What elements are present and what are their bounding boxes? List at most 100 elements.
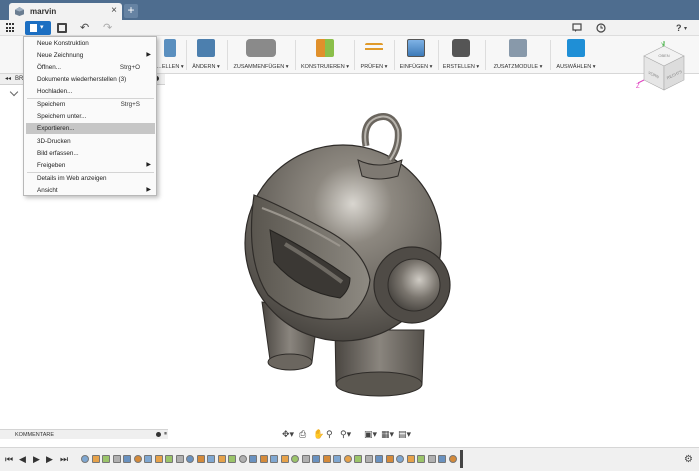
file-icon — [30, 24, 37, 32]
undo-icon[interactable]: ↶ — [80, 21, 89, 34]
select-cursor-icon — [567, 39, 585, 57]
zoom-icon[interactable]: ⚲ — [326, 429, 333, 440]
submenu-arrow-icon: ▶ — [146, 52, 151, 58]
timeline-feature[interactable] — [354, 455, 362, 463]
document-tab[interactable]: marvin × — [9, 3, 122, 20]
play-icon[interactable]: ▶ — [33, 454, 40, 465]
timeline-feature[interactable] — [291, 455, 299, 463]
timeline-feature[interactable] — [312, 455, 320, 463]
menu-item-3d-drucken[interactable]: 3D-Drucken — [26, 136, 155, 147]
ribbon-group-einfuegen[interactable]: EINFÜGEN ▾ — [397, 38, 435, 72]
comment-icon[interactable] — [572, 23, 582, 33]
timeline-marker[interactable] — [460, 450, 463, 468]
ribbon-group-erstellen-output[interactable]: ERSTELLEN ▾ — [441, 38, 481, 72]
timeline-feature[interactable] — [427, 455, 436, 463]
panel-toggle-icon[interactable]: ⏸ — [164, 431, 167, 438]
timeline-feature[interactable] — [270, 455, 278, 463]
menu-item-speichern-unter[interactable]: Speichern unter... — [26, 111, 155, 122]
data-panel-grid-icon[interactable] — [6, 23, 16, 33]
ribbon-group-konstruieren[interactable]: KONSTRUIEREN ▾ — [299, 38, 351, 72]
timeline-feature[interactable] — [91, 455, 100, 463]
ribbon-group-pruefen[interactable]: PRÜFEN ▾ — [357, 38, 391, 72]
ribbon-group-label: AUSWÄHLEN ▾ — [556, 64, 596, 70]
document-icon — [15, 7, 24, 16]
gear-icon[interactable]: ⚙ — [684, 454, 693, 465]
display-settings-icon[interactable]: ▣▾ — [364, 429, 377, 440]
ribbon-group-zusatzmodule[interactable]: ZUSATZMODULE ▾ — [488, 38, 548, 72]
timeline-feature[interactable] — [165, 455, 173, 463]
menu-item-hochladen[interactable]: Hochladen... — [26, 86, 155, 97]
submenu-arrow-icon: ▶ — [146, 187, 151, 193]
timeline-feature[interactable] — [375, 455, 383, 463]
menu-item-speichern[interactable]: Speichern Strg+S — [26, 99, 155, 110]
timeline-feature[interactable] — [385, 455, 394, 463]
extrude-icon — [164, 39, 176, 57]
pan-hand-icon[interactable]: ✋ — [313, 429, 324, 440]
timeline-feature[interactable] — [406, 455, 415, 463]
timeline-feature[interactable] — [217, 455, 226, 463]
timeline-feature[interactable] — [448, 455, 457, 463]
timeline-feature[interactable] — [112, 455, 121, 463]
look-at-icon[interactable]: ⎙ — [299, 429, 306, 440]
ribbon-group-erstellen[interactable]: …ELLEN ▾ — [155, 38, 185, 72]
timeline-feature[interactable] — [396, 455, 404, 463]
timeline-feature[interactable] — [207, 455, 215, 463]
redo-icon[interactable]: ↷ — [103, 21, 112, 34]
orbit-icon[interactable]: ✥▾ — [282, 429, 294, 440]
menu-item-ansicht[interactable]: Ansicht ▶ — [26, 185, 155, 196]
file-menu-button[interactable]: ▾ — [25, 21, 51, 35]
grid-settings-icon[interactable]: ▦▾ — [381, 429, 394, 440]
ribbon-group-label: ZUSATZMODULE ▾ — [493, 64, 543, 70]
timeline-feature[interactable] — [154, 455, 163, 463]
timeline-feature[interactable] — [102, 455, 110, 463]
menu-item-freigeben[interactable]: Freigeben ▶ — [26, 160, 155, 171]
go-to-start-icon[interactable]: ⏮ — [5, 454, 13, 465]
menu-item-bild-erfassen[interactable]: Bild erfassen... — [26, 148, 155, 159]
menu-item-details-im-web[interactable]: Details im Web anzeigen — [26, 173, 155, 184]
step-forward-icon[interactable]: ▶ — [46, 454, 53, 465]
menu-item-neue-konstruktion[interactable]: Neue Konstruktion — [26, 38, 155, 49]
timeline-feature[interactable] — [133, 455, 142, 463]
timeline-feature[interactable] — [123, 455, 131, 463]
go-to-end-icon[interactable]: ⏭ — [60, 454, 68, 465]
clock-icon[interactable] — [596, 23, 606, 33]
timeline-feature[interactable] — [196, 455, 205, 463]
timeline-feature[interactable] — [144, 455, 152, 463]
timeline-feature[interactable] — [228, 455, 236, 463]
timeline-feature[interactable] — [343, 455, 352, 463]
timeline-feature[interactable] — [259, 455, 268, 463]
add-comment-icon[interactable] — [156, 432, 161, 437]
ribbon-group-auswaehlen[interactable]: AUSWÄHLEN ▾ — [553, 38, 599, 72]
menu-item-dokumente-wiederherstellen[interactable]: Dokumente wiederherstellen (3) — [26, 74, 155, 85]
plane-icon — [316, 39, 334, 57]
timeline-feature[interactable] — [364, 455, 373, 463]
timeline-feature[interactable] — [280, 455, 289, 463]
menu-item-exportieren[interactable]: Exportieren... — [26, 123, 155, 134]
save-icon[interactable] — [57, 23, 67, 33]
comments-title: KOMMENTARE — [15, 432, 55, 438]
timeline-feature[interactable] — [81, 455, 89, 463]
timeline-feature[interactable] — [249, 455, 257, 463]
timeline-feature[interactable] — [322, 455, 331, 463]
title-bar: marvin × + — [0, 0, 699, 20]
timeline-feature[interactable] — [175, 455, 184, 463]
menu-item-neue-zeichnung[interactable]: Neue Zeichnung ▶ — [26, 50, 155, 61]
close-tab-icon[interactable]: × — [111, 5, 117, 16]
timeline-feature[interactable] — [238, 455, 247, 463]
viewports-icon[interactable]: ▤▾ — [398, 429, 411, 440]
comments-panel-header[interactable]: KOMMENTARE ⏸ — [0, 429, 168, 439]
ribbon-group-aendern[interactable]: ÄNDERN ▾ — [188, 38, 224, 72]
timeline-feature[interactable] — [417, 455, 425, 463]
timeline-feature[interactable] — [301, 455, 310, 463]
help-icon[interactable]: ? — [676, 23, 682, 33]
menu-item-oeffnen[interactable]: Öffnen... Strg+O — [26, 62, 155, 73]
ribbon-group-zusammenfuegen[interactable]: ZUSAMMENFÜGEN ▾ — [230, 38, 292, 72]
timeline-feature[interactable] — [438, 455, 446, 463]
help-caret-icon[interactable]: ▾ — [684, 25, 687, 32]
timeline-feature[interactable] — [333, 455, 341, 463]
timeline-feature[interactable] — [186, 455, 194, 463]
zoom-window-icon[interactable]: ⚲▾ — [340, 429, 351, 440]
step-back-icon[interactable]: ◀ — [19, 454, 26, 465]
new-tab-button[interactable]: + — [124, 4, 138, 18]
file-menu-dropdown: Neue Konstruktion Neue Zeichnung ▶ Öffnen… — [23, 36, 157, 196]
